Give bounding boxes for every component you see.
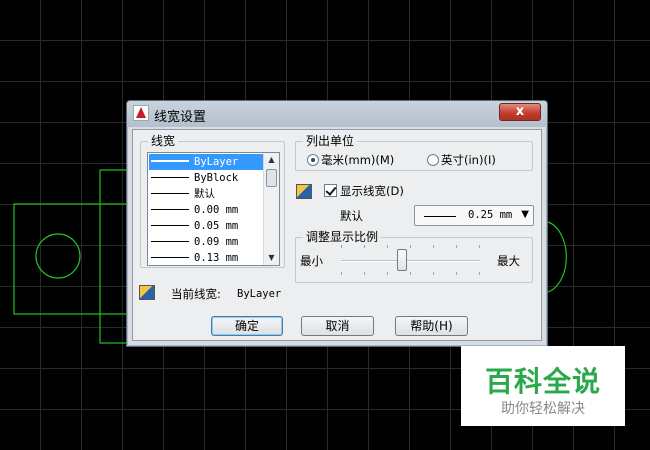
cad-part-outline [99, 169, 126, 344]
list-scrollbar[interactable]: ▲ ▼ [263, 153, 279, 265]
line-swatch [151, 177, 189, 178]
radio-inches-label[interactable]: 英寸(in)(I) [441, 153, 496, 167]
list-item-label: ByLayer [194, 156, 239, 168]
slider-tick [410, 272, 411, 275]
default-lineweight-select[interactable]: 0.25 mm ▼ [414, 205, 534, 226]
display-lineweight-checkbox[interactable] [324, 184, 337, 197]
display-scale-group-label: 调整显示比例 [303, 229, 382, 245]
radio-millimeters-label[interactable]: 毫米(mm)(M) [321, 153, 394, 167]
watermark-subtitle: 助你轻松解决 [501, 401, 585, 417]
lineweight-dialog: 线宽设置 x 线宽 ByLayer ByBlock 默认 0.00 mm 0.0… [126, 100, 548, 347]
lineweights-group-label: 线宽 [148, 133, 179, 149]
list-item[interactable]: ByLayer [149, 154, 263, 170]
watermark: 百科全说 助你轻松解决 [461, 346, 625, 426]
current-lineweight-value: ByLayer [237, 288, 282, 300]
slider-tick [456, 245, 457, 248]
line-swatch [151, 209, 189, 210]
line-swatch [151, 193, 189, 194]
line-swatch [151, 160, 189, 162]
help-button[interactable]: 帮助(H) [395, 316, 468, 336]
dialog-client-area: 线宽 ByLayer ByBlock 默认 0.00 mm 0.05 mm 0.… [132, 129, 542, 341]
lineweight-icon [139, 285, 155, 300]
list-item[interactable]: 0.05 mm [149, 218, 263, 234]
list-item-label: ByBlock [194, 172, 239, 184]
list-item-label: 0.13 mm [194, 252, 239, 264]
line-swatch [151, 225, 189, 226]
slider-tick [410, 245, 411, 248]
scroll-up-icon[interactable]: ▲ [264, 153, 279, 167]
default-label: 默认 [340, 209, 363, 223]
radio-millimeters[interactable] [307, 154, 319, 166]
slider-tick [479, 245, 480, 248]
list-item[interactable]: 0.09 mm [149, 234, 263, 250]
cancel-button[interactable]: 取消 [301, 316, 374, 336]
list-item[interactable]: ByBlock [149, 170, 263, 186]
scale-slider-track[interactable] [341, 260, 480, 262]
display-lineweight-label[interactable]: 显示线宽(D) [340, 184, 404, 198]
list-item[interactable]: 0.13 mm [149, 250, 263, 265]
lineweight-list[interactable]: ByLayer ByBlock 默认 0.00 mm 0.05 mm 0.09 … [147, 152, 280, 266]
list-item[interactable]: 0.00 mm [149, 202, 263, 218]
list-item[interactable]: 默认 [149, 186, 263, 202]
scale-slider-thumb[interactable] [397, 249, 408, 271]
scroll-thumb[interactable] [266, 169, 277, 187]
line-swatch [151, 241, 189, 242]
close-button[interactable]: x [499, 103, 541, 121]
slider-tick [387, 245, 388, 248]
dialog-title: 线宽设置 [154, 110, 207, 125]
slider-tick [364, 272, 365, 275]
list-item-label: 0.00 mm [194, 204, 239, 216]
radio-inches[interactable] [427, 154, 439, 166]
slider-tick [341, 245, 342, 248]
slider-tick [433, 272, 434, 275]
slider-tick [387, 272, 388, 275]
cad-arc [547, 221, 567, 293]
cad-circle [35, 233, 81, 279]
units-group-label: 列出单位 [303, 133, 358, 149]
current-lineweight-label: 当前线宽: [171, 287, 221, 301]
slider-tick [364, 245, 365, 248]
watermark-title: 百科全说 [484, 365, 601, 398]
dialog-titlebar[interactable]: 线宽设置 x [127, 101, 547, 127]
slider-tick [456, 272, 457, 275]
scroll-down-icon[interactable]: ▼ [264, 251, 279, 265]
list-item-label: 默认 [194, 188, 215, 200]
display-lineweight-icon [296, 184, 312, 199]
list-item-label: 0.09 mm [194, 236, 239, 248]
scale-max-label: 最大 [497, 254, 520, 268]
slider-tick [341, 272, 342, 275]
ok-button[interactable]: 确定 [211, 316, 283, 336]
autocad-app-icon [133, 105, 149, 121]
slider-tick [433, 245, 434, 248]
chevron-down-icon: ▼ [521, 209, 529, 220]
line-swatch [151, 257, 189, 258]
line-swatch [424, 216, 456, 217]
list-item-label: 0.05 mm [194, 220, 239, 232]
slider-tick [479, 272, 480, 275]
cad-rectangle [13, 203, 133, 315]
scale-min-label: 最小 [300, 254, 323, 268]
default-lineweight-value: 0.25 mm [468, 209, 513, 221]
